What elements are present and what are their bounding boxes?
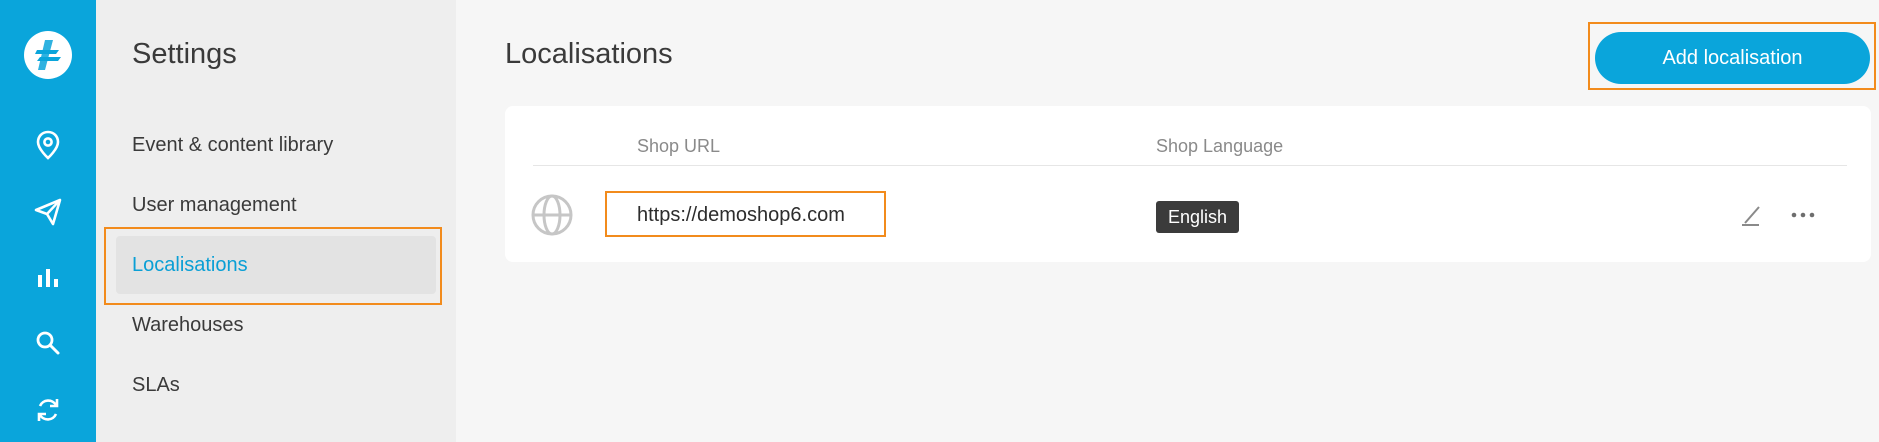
shop-url[interactable]: https://demoshop6.com [637, 204, 845, 227]
column-header-shop-url: Shop URL [637, 136, 721, 156]
page-title: Localisations [505, 38, 673, 70]
edit-icon[interactable] [1739, 202, 1765, 228]
settings-item-warehouses[interactable]: Warehouses [116, 296, 436, 354]
bar-chart-icon[interactable] [28, 257, 68, 297]
icon-rail [0, 0, 96, 442]
settings-item-slas[interactable]: SLAs [116, 356, 436, 414]
globe-icon [531, 194, 573, 236]
settings-sidebar: Settings Event & content library User ma… [96, 0, 456, 442]
settings-item-user-management[interactable]: User management [116, 176, 436, 234]
localisations-table: Shop URL Shop Language https://demoshop6… [505, 106, 1871, 262]
more-options-icon[interactable] [1790, 202, 1816, 228]
settings-item-localisations[interactable]: Localisations [116, 236, 436, 294]
column-header-shop-language: Shop Language [1156, 136, 1284, 156]
shop-language-badge: English [1156, 201, 1240, 233]
brand-logo[interactable] [23, 30, 73, 80]
add-localisation-button[interactable]: Add localisation [1595, 32, 1870, 84]
app-root: Settings Event & content library User ma… [0, 0, 1879, 442]
settings-item-event-content-library[interactable]: Event & content library [116, 116, 436, 174]
settings-title: Settings [132, 38, 237, 70]
location-pin-icon[interactable] [28, 125, 68, 165]
refresh-icon[interactable] [28, 390, 68, 430]
paper-plane-icon[interactable] [28, 192, 68, 232]
search-icon[interactable] [28, 323, 68, 363]
header-divider [533, 165, 1847, 166]
